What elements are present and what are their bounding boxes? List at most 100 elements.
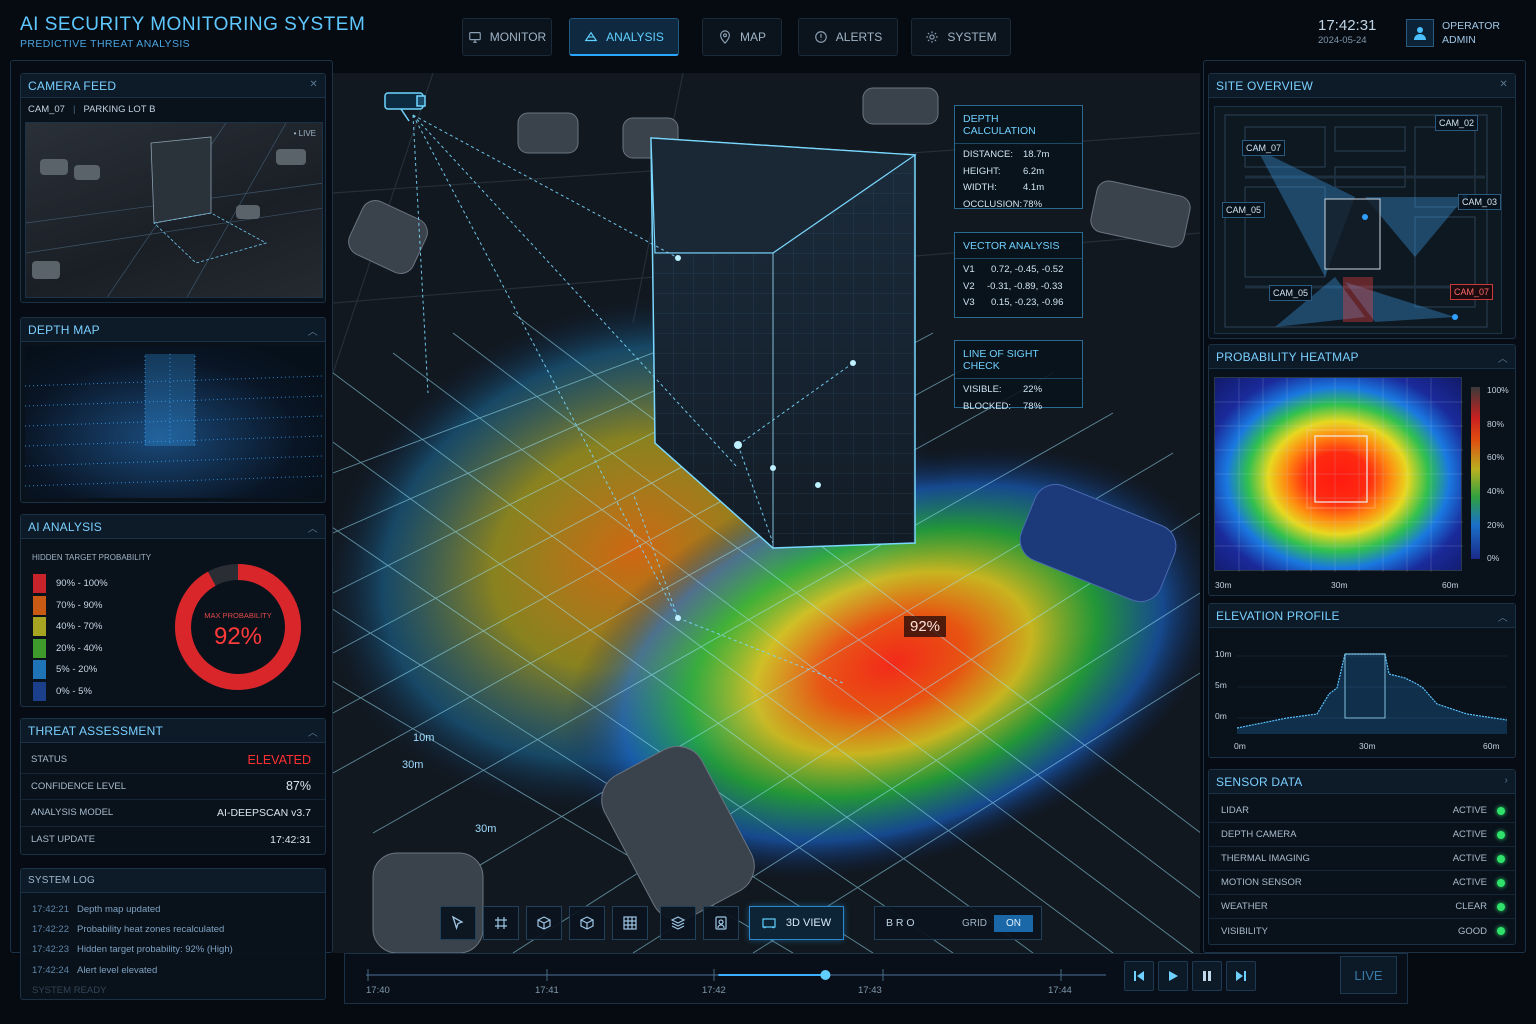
depth-calc-title: DEPTH CALCULATION [955, 106, 1082, 144]
close-icon[interactable]: ✕ [309, 79, 318, 90]
user-avatar[interactable] [1406, 19, 1434, 47]
live-indicator: • LIVE [293, 129, 316, 138]
heatmap-scale-40: 40% [1487, 486, 1505, 496]
cube-icon [580, 916, 594, 930]
tab-map-label: MAP [739, 30, 766, 44]
sensor-row: MOTION SENSOR ACTIVE [1209, 871, 1515, 895]
camera-user-icon [715, 916, 727, 930]
scene-dist-30m-b: 30m [475, 823, 497, 835]
gauge-label: MAX PROBABILITY [204, 611, 272, 620]
camera-user-tool-button[interactable] [703, 906, 739, 940]
system-log: SYSTEM LOG 17:42:21 Depth map updated 17:… [20, 868, 326, 1000]
live-button[interactable]: LIVE [1340, 956, 1397, 994]
tab-system[interactable]: SYSTEM [911, 18, 1011, 56]
layers-tool-button[interactable] [660, 906, 696, 940]
camera-location: PARKING LOT B [83, 104, 156, 115]
layers-icon [670, 916, 686, 930]
chevron-up-icon[interactable]: ︿ [1498, 609, 1508, 624]
depth-map: DEPTH MAP ︿ [20, 317, 326, 503]
chevron-up-icon[interactable]: ︿ [308, 323, 318, 338]
elevation-header: ELEVATION PROFILE ︿ [1209, 604, 1515, 628]
legend-swatch [33, 595, 46, 615]
threat-header: THREAT ASSESSMENT ︿ [21, 719, 325, 743]
display-mode-control[interactable]: B R O GRID ON [874, 906, 1042, 940]
heatmap-scale-0: 0% [1487, 553, 1500, 563]
play-icon [1169, 971, 1178, 981]
tab-analysis-label: ANALYSIS [606, 29, 664, 44]
elevation-x-label: 0m [1234, 741, 1246, 751]
tab-alerts-label: ALERTS [835, 30, 883, 44]
chevron-up-icon[interactable]: ︿ [308, 724, 318, 739]
legend-swatch [33, 681, 46, 701]
app-subtitle: PREDICTIVE THREAT ANALYSIS [20, 38, 191, 50]
scene-dist-30m: 30m [402, 759, 424, 771]
legend-swatch [33, 574, 46, 594]
sensor-row: WEATHER CLEAR [1209, 895, 1515, 919]
log-entry: 17:42:23 Hidden target probability: 92% (… [32, 944, 233, 956]
grid-box-tool-button[interactable] [612, 906, 648, 940]
los-title: LINE OF SIGHT CHECK [955, 341, 1082, 379]
camera-feed: CAMERA FEED ✕ CAM_07 | PARKING LOT B • LIV… [20, 73, 326, 303]
camera-feed-title: CAMERA FEED [28, 78, 117, 93]
heatmap-header: PROBABILITY HEATMAP ︿ [1209, 345, 1515, 369]
timeline-tick: 17:42 [702, 985, 726, 996]
cube-tool-button[interactable] [569, 906, 605, 940]
chevron-up-icon[interactable]: ︿ [1498, 350, 1508, 365]
cam-label-alert[interactable]: CAM_07 [1450, 284, 1494, 300]
cube-measure-icon [537, 916, 551, 930]
legend-swatch [33, 617, 46, 637]
timeline-tick: 17:43 [858, 985, 882, 996]
timeline-tick: 17:41 [535, 985, 559, 996]
status-badge: ELEVATED [247, 752, 311, 767]
log-entry: 17:42:24 Alert level elevated [32, 964, 158, 976]
elevation-y-label: 10m [1215, 649, 1232, 659]
cam-label[interactable]: CAM_03 [1458, 194, 1502, 210]
skip-forward-button[interactable] [1226, 961, 1256, 991]
cam-label[interactable]: CAM_02 [1435, 115, 1479, 131]
sensor-row: VISIBILITY GOOD [1209, 919, 1515, 943]
line-of-sight-box: LINE OF SIGHT CHECK VISIBLE: 22% BLOCKED:… [954, 340, 1083, 412]
3d-view-button[interactable]: 3D VIEW [749, 906, 844, 940]
legend-item: 40% - 70% [33, 616, 108, 638]
pause-icon [1203, 971, 1211, 981]
select-tool-button[interactable] [440, 906, 476, 940]
legend-swatch [33, 660, 46, 680]
map-pin-icon [720, 30, 730, 44]
timeline-track[interactable] [366, 960, 1106, 1000]
chevron-right-icon[interactable]: › [1504, 775, 1508, 786]
legend-title: HIDDEN TARGET PROBABILITY [32, 553, 152, 562]
heatmap-image[interactable] [1214, 377, 1463, 572]
tab-analysis[interactable]: ANALYSIS [569, 18, 679, 56]
depth-map-header: DEPTH MAP ︿ [21, 318, 325, 342]
legend-item: 70% - 90% [33, 595, 108, 617]
threat-row: LAST UPDATE 17:42:31 [31, 833, 311, 846]
tab-alerts[interactable]: ALERTS [798, 18, 898, 56]
mode-label[interactable]: B R O [886, 917, 962, 929]
sensor-row: DEPTH CAMERA ACTIVE [1209, 823, 1515, 847]
ai-analysis: AI ANALYSIS ︿ HIDDEN TARGET PROBABILITY 9… [20, 514, 326, 707]
log-entry: 17:42:22 Probability heat zones recalcula… [32, 923, 225, 935]
pause-button[interactable] [1192, 961, 1222, 991]
grid-box-icon [623, 916, 637, 930]
sensor-header: SENSOR DATA › [1209, 770, 1515, 794]
vector-analysis-box: VECTOR ANALYSIS V1 0.72, -0.45, -0.52 V2-… [954, 232, 1083, 318]
log-entry: SYSTEM READY [32, 984, 107, 996]
cam-label[interactable]: CAM_05 [1269, 285, 1313, 301]
cam-label[interactable]: CAM_05 [1222, 202, 1266, 218]
skip-back-button[interactable] [1124, 961, 1154, 991]
system-log-title: SYSTEM LOG [28, 875, 96, 886]
status-dot [1497, 854, 1505, 863]
chevron-up-icon[interactable]: ︿ [308, 520, 318, 535]
tab-map[interactable]: MAP [702, 18, 782, 56]
depth-map-image[interactable] [24, 346, 324, 498]
camera-feed-image[interactable]: • LIVE [25, 122, 323, 298]
grid-toggle[interactable]: ON [994, 914, 1033, 932]
grid-tool-button[interactable] [483, 906, 519, 940]
cam-label[interactable]: CAM_07 [1242, 140, 1286, 156]
heatmap-scale-100: 100% [1487, 385, 1509, 395]
depth-calculation-box: DEPTH CALCULATION DISTANCE: 18.7m HEIGHT:… [954, 105, 1083, 210]
play-button[interactable] [1158, 961, 1188, 991]
tab-monitor[interactable]: MONITOR [462, 18, 552, 56]
measure-tool-button[interactable] [526, 906, 562, 940]
close-icon[interactable]: ✕ [1499, 79, 1508, 90]
